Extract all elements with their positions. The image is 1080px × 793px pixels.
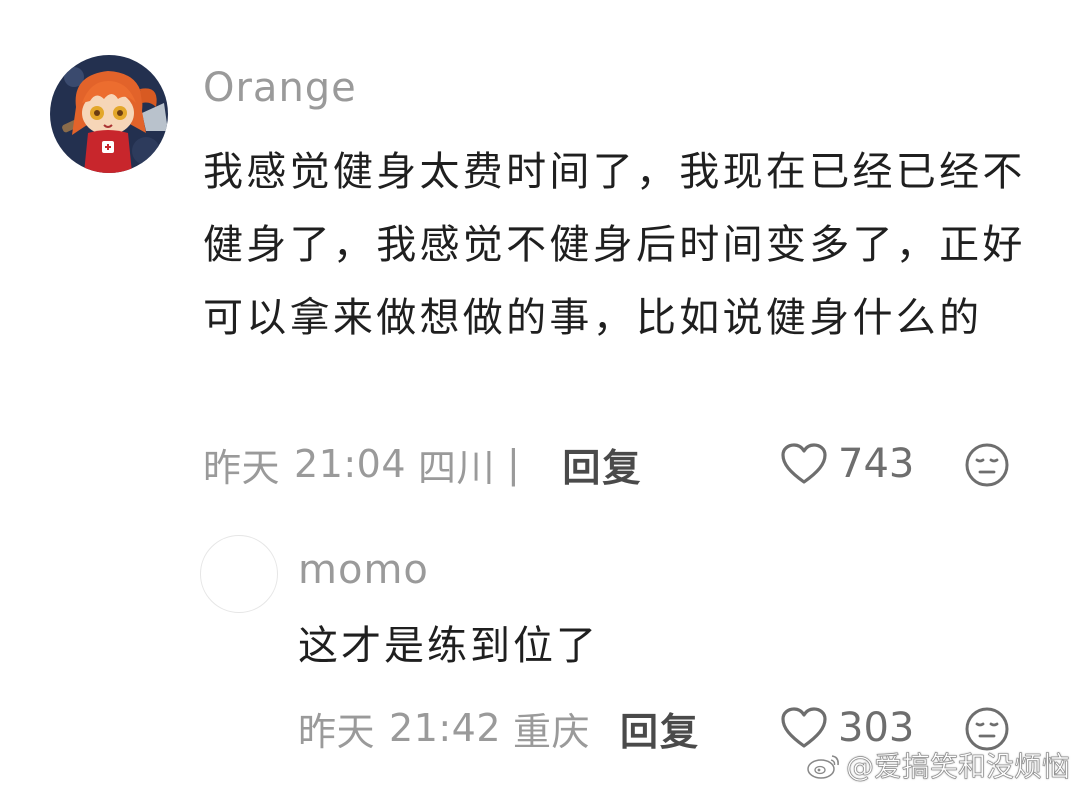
reply-username[interactable]: momo — [298, 550, 429, 590]
heart-outline-icon — [781, 707, 827, 748]
reply-time: 21:42 — [389, 706, 502, 750]
comment-text: 我感觉健身太费时间了，我现在已经已经不健身了，我感觉不健身后时间变多了，正好可以… — [203, 149, 1026, 341]
comment-reply-button[interactable]: 回复 — [562, 437, 642, 492]
watermark: @爱搞笑和没烦恼 — [806, 745, 1070, 785]
comment-meta: 昨天 21:04 四川 | 回复 — [203, 440, 642, 490]
heart-outline-icon — [781, 443, 827, 484]
avatar-orange-image — [50, 55, 168, 173]
reply-meta: 昨天 21:42 重庆 回复 — [298, 704, 700, 754]
comment-emoji-button[interactable] — [964, 442, 1010, 492]
avatar-orange[interactable] — [50, 55, 168, 173]
comment-username[interactable]: Orange — [203, 68, 357, 108]
comment-like-count: 743 — [838, 441, 915, 487]
comment-date: 昨天 — [203, 445, 281, 490]
neutral-face-icon — [965, 443, 1009, 487]
comment-location: 四川 — [418, 445, 496, 490]
reply-date: 昨天 — [298, 709, 376, 754]
comment-time: 21:04 — [294, 442, 407, 486]
weibo-logo-icon — [807, 755, 839, 779]
watermark-text: @爱搞笑和没烦恼 — [845, 750, 1071, 784]
reply-reply-button[interactable]: 回复 — [620, 701, 700, 756]
reply-text: 这才是练到位了 — [298, 623, 599, 669]
reply-location: 重庆 — [513, 709, 591, 754]
comment-like-button[interactable]: 743 — [780, 438, 914, 490]
avatar-momo[interactable] — [200, 535, 278, 613]
meta-separator: | — [507, 442, 521, 486]
